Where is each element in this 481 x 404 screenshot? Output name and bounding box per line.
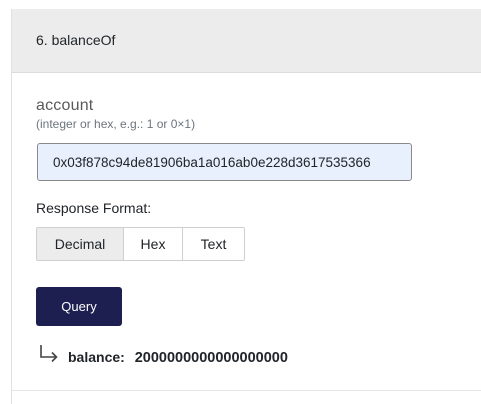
format-option-text[interactable]: Text bbox=[183, 228, 244, 260]
return-arrow-icon bbox=[38, 344, 60, 364]
method-header[interactable]: 6. balanceOf bbox=[12, 9, 481, 73]
response-format-label: Response Format: bbox=[36, 200, 152, 216]
result-value: 2000000000000000000 bbox=[134, 350, 288, 366]
response-format-selector: Decimal Hex Text bbox=[36, 227, 245, 261]
format-option-decimal[interactable]: Decimal bbox=[37, 228, 124, 260]
result-key: balance: bbox=[68, 349, 125, 365]
result-output: balance: 2000000000000000000 bbox=[68, 349, 288, 366]
method-title: 6. balanceOf bbox=[36, 32, 116, 48]
page: 6. balanceOf account (integer or hex, e.… bbox=[0, 0, 481, 404]
format-option-hex[interactable]: Hex bbox=[124, 228, 183, 260]
method-card: 6. balanceOf account (integer or hex, e.… bbox=[11, 9, 481, 404]
account-hint: (integer or hex, e.g.: 1 or 0×1) bbox=[36, 117, 196, 131]
query-button[interactable]: Query bbox=[36, 287, 122, 326]
account-label: account bbox=[36, 97, 94, 114]
divider bbox=[12, 390, 481, 391]
account-input[interactable] bbox=[37, 143, 412, 181]
